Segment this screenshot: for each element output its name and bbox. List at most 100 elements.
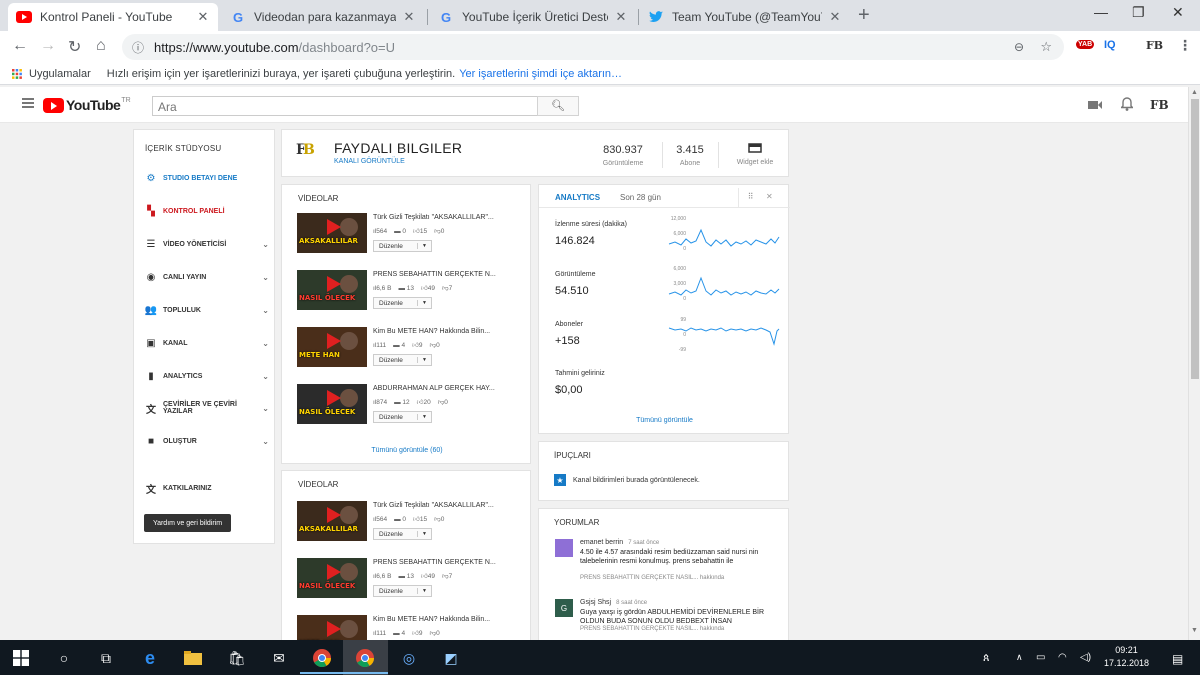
caret-down-icon[interactable]: ▼ — [417, 357, 431, 363]
minimize-icon[interactable]: — — [1094, 4, 1108, 20]
browser-tab-destek[interactable]: G YouTube İçerik Üretici Destek Eki ✕ — [430, 3, 636, 31]
chrome-menu-icon[interactable]: ⋮ — [1178, 37, 1192, 54]
chrome-icon[interactable] — [311, 647, 333, 669]
task-view-icon[interactable]: ⧉ — [95, 647, 117, 669]
view-channel-link[interactable]: KANALI GÖRÜNTÜLE — [334, 158, 405, 165]
bookmark-star-icon[interactable]: ☆ — [1040, 39, 1052, 55]
reload-icon[interactable]: ↻ — [68, 37, 81, 57]
store-icon[interactable]: 🛍︎ — [226, 647, 248, 669]
sidebar-item[interactable]: 文 ÇEVİRİLER VE ÇEVİRİ YAZILAR ⌄ — [144, 400, 269, 416]
sidebar-item[interactable]: ▣ KANAL ⌄ — [144, 335, 269, 351]
close-card-icon[interactable]: ✕ — [766, 192, 773, 201]
volume-icon[interactable]: ◁) — [1080, 652, 1091, 663]
wifi-icon[interactable]: ◠ — [1058, 652, 1067, 663]
battery-icon[interactable]: ▭ — [1036, 652, 1045, 663]
chevron-down-icon[interactable]: ⌄ — [262, 404, 269, 413]
browser-tab-team-youtube[interactable]: Team YouTube (@TeamYouTube) ✕ — [640, 3, 850, 31]
sidebar-item[interactable]: ■ OLUŞTUR ⌄ — [144, 433, 269, 449]
menu-hamburger-icon[interactable] — [22, 98, 34, 110]
close-tab-icon[interactable]: ✕ — [614, 9, 628, 25]
scrollbar-thumb[interactable] — [1191, 99, 1199, 379]
people-icon[interactable]: ጰ — [983, 652, 990, 665]
analytics-title[interactable]: ANALYTICS — [555, 193, 600, 202]
sidebar-item[interactable]: ☰ VİDEO YÖNETİCİSİ ⌄ — [144, 236, 269, 252]
page-scrollbar[interactable]: ▲ ▼ — [1188, 87, 1200, 640]
edit-dropdown-button[interactable]: Düzenle ▼ — [373, 297, 432, 309]
close-tab-icon[interactable]: ✕ — [402, 9, 416, 25]
search-input[interactable]: Ara — [152, 96, 538, 116]
chevron-down-icon[interactable]: ⌄ — [262, 372, 269, 381]
comment-video-ref[interactable]: PRENS SEBAHATTIN GERÇEKTE NASIL... hakkı… — [580, 626, 724, 632]
caret-down-icon[interactable]: ▼ — [417, 243, 431, 249]
scroll-up-arrow-icon[interactable]: ▲ — [1191, 89, 1198, 96]
video-title[interactable]: ABDURRAHMAN ALP GERÇEK HAY... — [373, 385, 495, 392]
chevron-down-icon[interactable]: ⌄ — [262, 339, 269, 348]
see-all-videos-link[interactable]: Tümünü görüntüle (60) — [282, 447, 532, 454]
yab-extension-icon[interactable]: YAB — [1076, 40, 1095, 49]
sidebar-item[interactable]: ▮ ANALYTICS ⌄ — [144, 368, 269, 384]
close-tab-icon[interactable]: ✕ — [196, 9, 210, 25]
app-circle-icon[interactable]: ◎ — [398, 647, 420, 669]
sidebar-item[interactable]: 文 KATKILARINIZ — [144, 480, 269, 496]
avatar[interactable] — [555, 539, 573, 557]
new-tab-button[interactable]: + — [858, 4, 870, 27]
caret-down-icon[interactable]: ▼ — [417, 531, 431, 537]
video-title[interactable]: Türk Gizli Teşkilatı "AKSAKALLILAR"... — [373, 502, 494, 509]
zoom-icon[interactable]: ⊖ — [1014, 40, 1024, 54]
caret-down-icon[interactable]: ▼ — [417, 300, 431, 306]
video-thumbnail[interactable]: AKSAKALLILAR — [297, 213, 367, 253]
edit-dropdown-button[interactable]: Düzenle ▼ — [373, 411, 432, 423]
video-title[interactable]: PRENS SEBAHATTIN GERÇEKTE N... — [373, 271, 496, 278]
info-icon[interactable]: ⓘ — [132, 39, 144, 56]
edit-dropdown-button[interactable]: Düzenle ▼ — [373, 354, 432, 366]
video-title[interactable]: PRENS SEBAHATTIN GERÇEKTE N... — [373, 559, 496, 566]
sidebar-item[interactable]: ⚙ STUDIO BETAYI DENE — [144, 170, 269, 186]
chrome-icon[interactable] — [354, 647, 376, 669]
search-button[interactable]: 🔍︎ — [537, 96, 579, 116]
chevron-down-icon[interactable]: ⌄ — [262, 437, 269, 446]
address-bar[interactable]: ⓘ https://www.youtube.com/dashboard?o=U … — [122, 34, 1064, 60]
mail-icon[interactable]: ✉ — [268, 647, 290, 669]
notifications-bell-icon[interactable] — [1119, 97, 1135, 114]
tray-expand-icon[interactable]: ∧ — [1016, 652, 1023, 663]
video-title[interactable]: Türk Gizli Teşkilatı "AKSAKALLILAR"... — [373, 214, 494, 221]
drag-handle-icon[interactable]: ⠿ — [738, 188, 762, 208]
sidebar-item[interactable]: 👥 TOPLULUK ⌄ — [144, 302, 269, 318]
video-thumbnail[interactable]: NASIL ÖLECEK — [297, 384, 367, 424]
commenter-name[interactable]: Gsjsj Shsj 8 saat önce — [580, 599, 647, 606]
close-tab-icon[interactable]: ✕ — [828, 9, 842, 25]
sidebar-item[interactable]: ◉ CANLI YAYIN ⌄ — [144, 269, 269, 285]
upload-video-icon[interactable] — [1088, 99, 1102, 113]
restore-icon[interactable]: ❐ — [1132, 4, 1145, 21]
help-feedback-button[interactable]: Yardım ve geri bildirim — [144, 514, 231, 532]
video-thumbnail[interactable]: NASIL ÖLECEK — [297, 558, 367, 598]
edge-browser-icon[interactable]: e — [139, 647, 161, 669]
analytics-see-all-link[interactable]: Tümünü görüntüle — [539, 417, 790, 424]
chevron-down-icon[interactable]: ⌄ — [262, 273, 269, 282]
account-avatar-icon[interactable]: FB — [1150, 98, 1169, 112]
browser-tab-kontrol-paneli[interactable]: Kontrol Paneli - YouTube ✕ — [8, 3, 218, 31]
notepad-icon[interactable]: ◩ — [440, 647, 462, 669]
caret-down-icon[interactable]: ▼ — [417, 414, 431, 420]
iq-extension-icon[interactable]: IQ — [1104, 39, 1116, 51]
windows-start-icon[interactable] — [10, 647, 32, 669]
edit-dropdown-button[interactable]: Düzenle ▼ — [373, 528, 432, 540]
comment-video-ref[interactable]: PRENS SEBAHATTIN GERÇEKTE NASIL... hakkı… — [580, 575, 724, 581]
back-arrow-icon[interactable]: ← — [12, 37, 28, 55]
apps-shortcut[interactable]: Uygulamalar — [12, 68, 91, 80]
channel-logo[interactable]: FB — [296, 142, 322, 168]
avatar[interactable]: G — [555, 599, 573, 617]
import-bookmarks-link[interactable]: Yer işaretlerini şimdi içe aktarın… — [459, 68, 622, 80]
video-thumbnail[interactable]: AKSAKALLILAR — [297, 501, 367, 541]
video-thumbnail[interactable]: METE HAN — [297, 327, 367, 367]
forward-arrow-icon[interactable]: → — [40, 37, 56, 55]
commenter-name[interactable]: emanet berrin 7 saat önce — [580, 539, 659, 546]
edit-dropdown-button[interactable]: Düzenle ▼ — [373, 240, 432, 252]
video-thumbnail[interactable]: NASIL ÖLECEK — [297, 270, 367, 310]
home-icon[interactable]: ⌂ — [96, 37, 106, 55]
edit-dropdown-button[interactable]: Düzenle ▼ — [373, 585, 432, 597]
add-widget-button[interactable]: Widget ekle — [728, 142, 782, 166]
scroll-down-arrow-icon[interactable]: ▼ — [1191, 627, 1198, 634]
video-title[interactable]: Kim Bu METE HAN? Hakkında Bilin... — [373, 328, 490, 335]
close-window-icon[interactable]: ✕ — [1172, 4, 1184, 21]
